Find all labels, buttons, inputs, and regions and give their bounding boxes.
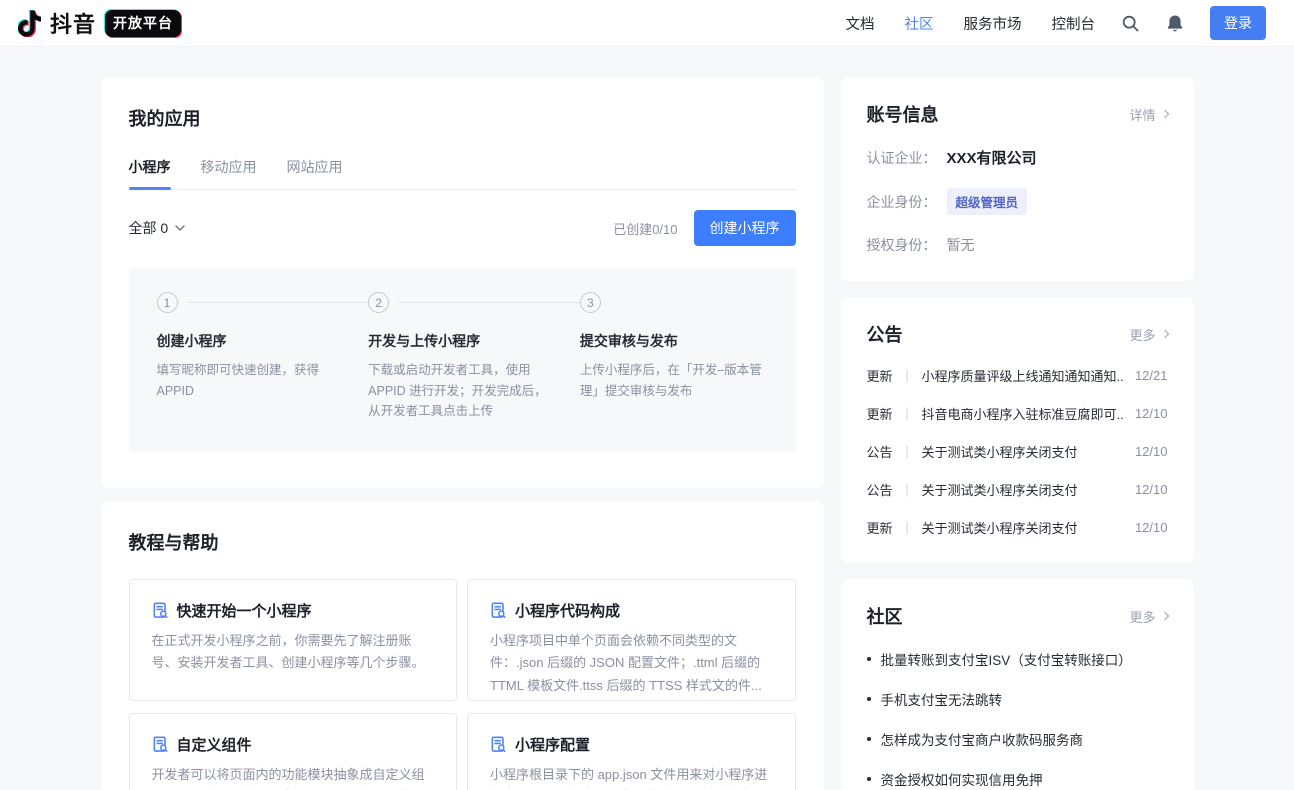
announcement-row[interactable]: 公告 ｜ 关于测试类小程序关闭支付 12/10	[867, 480, 1168, 499]
my-apps-card: 我的应用 小程序 移动应用 网站应用 全部 0	[101, 77, 824, 488]
bullet-dot	[867, 737, 871, 741]
tab-mini-program[interactable]: 小程序	[129, 157, 171, 189]
authorized-identity-label: 授权身份：	[867, 235, 937, 255]
nav-item-community[interactable]: 社区	[905, 13, 934, 34]
search-icon[interactable]	[1121, 14, 1140, 33]
community-topic[interactable]: 批量转账到支付宝ISV（支付宝转账接口）	[867, 649, 1168, 669]
step-1-desc: 填写昵称即可快速创建，获得 APPID	[157, 360, 345, 401]
tutorial-desc: 开发者可以将页面内的功能模块抽象成自定义组件，以便在不同的页面中重复使用；也可以…	[152, 764, 435, 790]
tutorial-custom-components[interactable]: 自定义组件 开发者可以将页面内的功能模块抽象成自定义组件，以便在不同的页面中重复…	[129, 713, 458, 790]
tutorial-title: 小程序配置	[515, 734, 590, 755]
account-info-card: 账号信息 详情 认证企业： XXX有限公司 企业身份： 超级管理员 授权身份： …	[841, 77, 1194, 281]
tab-website-app[interactable]: 网站应用	[287, 157, 343, 189]
bullet-dot	[867, 697, 871, 701]
document-search-icon	[490, 736, 507, 753]
nav-item-service-market[interactable]: 服务市场	[964, 13, 1022, 34]
bullet-dot	[867, 777, 871, 781]
certified-enterprise-label: 认证企业：	[867, 148, 937, 168]
announcements-more-link[interactable]: 更多	[1129, 325, 1167, 344]
step-connector-line	[188, 302, 369, 303]
step-1-number: 1	[157, 292, 178, 313]
step-connector-line	[399, 302, 580, 303]
step-3-desc: 上传小程序后，在「开发–版本管理」提交审核与发布	[580, 360, 768, 401]
announcements-title: 公告	[867, 321, 903, 347]
step-1-title: 创建小程序	[157, 331, 345, 351]
tab-mobile-app[interactable]: 移动应用	[201, 157, 257, 189]
announcements-card: 公告 更多 更新 ｜ 小程序质量评级上线通知通知通知... 12/21 更新 ｜…	[841, 297, 1194, 563]
step-3-number: 3	[580, 292, 601, 313]
app-type-tabs: 小程序 移动应用 网站应用	[129, 157, 796, 190]
notification-bell-icon[interactable]	[1166, 14, 1184, 33]
tutorial-configuration[interactable]: 小程序配置 小程序根目录下的 app.json 文件用来对小程序进行全局配置，决…	[467, 713, 796, 790]
step-3: 3 提交审核与发布 上传小程序后，在「开发–版本管理」提交审核与发布	[580, 292, 768, 422]
account-info-title: 账号信息	[867, 101, 939, 127]
chevron-right-icon	[1160, 330, 1168, 338]
nav-item-console[interactable]: 控制台	[1052, 13, 1096, 34]
enterprise-identity-label: 企业身份：	[867, 192, 937, 212]
nav-item-docs[interactable]: 文档	[846, 13, 875, 34]
onboarding-steps: 1 创建小程序 填写昵称即可快速创建，获得 APPID 2 开发与上传小程序 下…	[129, 268, 796, 452]
announcement-row[interactable]: 公告 ｜ 关于测试类小程序关闭支付 12/10	[867, 442, 1168, 461]
announcement-row[interactable]: 更新 ｜ 抖音电商小程序入驻标准豆腐即可... 12/10	[867, 404, 1168, 423]
filter-all-dropdown[interactable]: 全部 0	[129, 218, 186, 238]
community-topic[interactable]: 资金授权如何实现信用免押	[867, 769, 1168, 789]
tutorial-desc: 小程序根目录下的 app.json 文件用来对小程序进行全局配置，决定页面文件的…	[490, 764, 773, 790]
step-2-number: 2	[368, 292, 389, 313]
douyin-note-icon	[18, 10, 41, 37]
community-title: 社区	[867, 603, 903, 629]
chevron-right-icon	[1160, 612, 1168, 620]
page-content: 我的应用 小程序 移动应用 网站应用 全部 0	[101, 77, 1194, 790]
create-mini-program-button[interactable]: 创建小程序	[694, 210, 796, 246]
filter-label: 全部 0	[129, 218, 169, 238]
tutorial-desc: 在正式开发小程序之前，你需要先了解注册账号、安装开发者工具、创建小程序等几个步骤…	[152, 630, 435, 675]
announcement-row[interactable]: 更新 ｜ 关于测试类小程序关闭支付 12/10	[867, 518, 1168, 537]
chevron-right-icon	[1160, 110, 1168, 118]
step-2-desc: 下载或启动开发者工具，使用 APPID 进行开发；开发完成后，从开发者工具点击上…	[368, 360, 556, 422]
tutorials-card: 教程与帮助 快速开始一个小程序 在正式开发小程序之前，你需要先了解注册账号、	[101, 501, 824, 790]
tutorial-title: 快速开始一个小程序	[177, 600, 312, 621]
community-topic[interactable]: 怎样成为支付宝商户收款码服务商	[867, 729, 1168, 749]
community-more-link[interactable]: 更多	[1129, 607, 1167, 626]
step-1: 1 创建小程序 填写昵称即可快速创建，获得 APPID	[157, 292, 345, 422]
document-search-icon	[152, 602, 169, 619]
document-search-icon	[490, 602, 507, 619]
tutorial-desc: 小程序项目中单个页面会依赖不同类型的文件：.json 后缀的 JSON 配置文件…	[490, 630, 773, 697]
tutorial-title: 小程序代码构成	[515, 600, 620, 621]
super-admin-badge: 超级管理员	[947, 188, 1028, 215]
community-card: 社区 更多 批量转账到支付宝ISV（支付宝转账接口） 手机支付宝无法跳转 怎样成…	[841, 579, 1194, 790]
top-navbar: 抖音 开放平台 文档 社区 服务市场 控制台 登录	[0, 0, 1294, 47]
my-apps-title: 我的应用	[129, 105, 796, 131]
bullet-dot	[867, 657, 871, 661]
brand-name: 抖音	[50, 7, 96, 39]
brand-logo[interactable]: 抖音 开放平台	[18, 7, 181, 39]
certified-enterprise-value: XXX有限公司	[947, 147, 1037, 168]
account-details-link[interactable]: 详情	[1129, 105, 1167, 124]
authorized-identity-value: 暂无	[947, 235, 975, 255]
announcement-row[interactable]: 更新 ｜ 小程序质量评级上线通知通知通知... 12/21	[867, 366, 1168, 385]
chevron-down-icon	[175, 225, 185, 231]
step-2: 2 开发与上传小程序 下载或启动开发者工具，使用 APPID 进行开发；开发完成…	[368, 292, 556, 422]
login-button[interactable]: 登录	[1210, 6, 1266, 40]
step-3-title: 提交审核与发布	[580, 331, 768, 351]
tutorial-quick-start[interactable]: 快速开始一个小程序 在正式开发小程序之前，你需要先了解注册账号、安装开发者工具、…	[129, 579, 458, 701]
created-count-label: 已创建0/10	[613, 219, 677, 238]
step-2-title: 开发与上传小程序	[368, 331, 556, 351]
tutorials-title: 教程与帮助	[129, 529, 796, 555]
open-platform-badge: 开放平台	[105, 10, 181, 37]
community-topic[interactable]: 手机支付宝无法跳转	[867, 689, 1168, 709]
tutorial-title: 自定义组件	[177, 734, 252, 755]
tutorial-code-structure[interactable]: 小程序代码构成 小程序项目中单个页面会依赖不同类型的文件：.json 后缀的 J…	[467, 579, 796, 701]
active-tab-underline	[129, 187, 171, 190]
document-search-icon	[152, 736, 169, 753]
main-nav: 文档 社区 服务市场 控制台	[846, 13, 1096, 34]
